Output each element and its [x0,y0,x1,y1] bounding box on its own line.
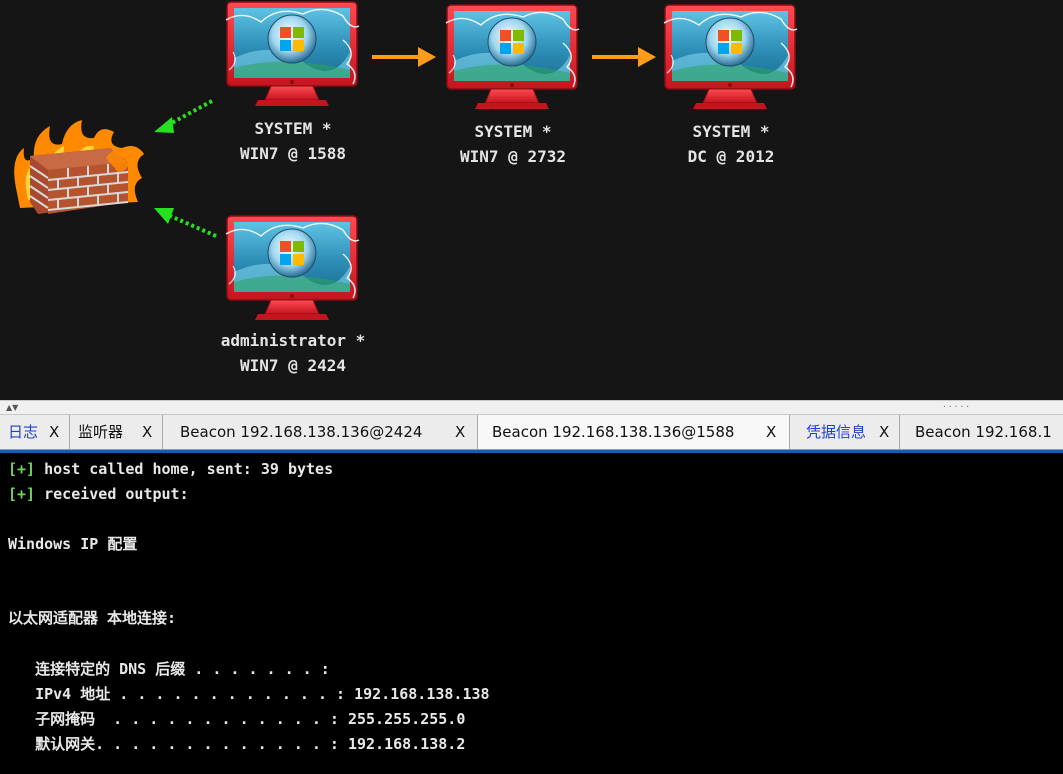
console-line: 子网掩码 . . . . . . . . . . . . : 255.255.2… [8,710,466,728]
beacon-node-dc-2012[interactable]: SYSTEM * DC @ 2012 [636,3,826,169]
node-host: WIN7 @ 2732 [460,147,566,166]
collapse-arrows-icon[interactable]: ▲▼ [6,403,18,412]
node-host: WIN7 @ 1588 [240,144,346,163]
console-line: Windows IP 配置 [8,535,138,553]
node-host: DC @ 2012 [687,147,775,166]
tab-close-button[interactable]: X [766,415,776,449]
tab-beacon-partial[interactable]: Beacon 192.168.1 [900,415,1063,449]
console-line: 连接特定的 DNS 后缀 . . . . . . . : [8,660,330,678]
tab-label: Beacon 192.168.138.136@2424 [180,423,423,441]
node-host: WIN7 @ 2424 [240,356,346,375]
node-user: SYSTEM * [254,119,332,138]
tab-label: Beacon 192.168.138.136@1588 [492,423,735,441]
tab-log[interactable]: 日志 X [0,415,70,449]
node-user: SYSTEM * [692,122,770,141]
node-user: administrator * [220,331,366,350]
tab-label: 监听器 [78,423,124,441]
pivot-graph[interactable]: SYSTEM * WIN7 @ 1588 SYSTEM * WIN7 @ 273… [0,0,1063,400]
tab-label: 凭据信息 [806,423,867,441]
tab-listeners[interactable]: 监听器 X [70,415,163,449]
firewall-icon [10,118,150,222]
tab-close-button[interactable]: X [455,415,465,449]
tab-close-button[interactable]: X [49,415,59,449]
node-user: SYSTEM * [474,122,552,141]
monitor-icon [225,1,360,107]
beacon-node-win7-2732[interactable]: SYSTEM * WIN7 @ 2732 [418,3,608,169]
beacon-console-output[interactable]: [+] host called home, sent: 39 bytes [+]… [0,450,1063,774]
console-line: 默认网关. . . . . . . . . . . . . : 192.168.… [8,735,466,753]
console-line: [+] host called home, sent: 39 bytes [8,460,334,478]
monitor-icon [225,215,360,321]
console-line: [+] received output: [8,485,189,503]
monitor-icon [445,4,580,110]
monitor-icon [663,4,798,110]
tab-label: 日志 [8,423,39,441]
console-line: IPv4 地址 . . . . . . . . . . . . : 192.16… [8,685,490,703]
beacon-node-win7-1588[interactable]: SYSTEM * WIN7 @ 1588 [198,0,388,166]
tab-bar: 日志 X 监听器 X Beacon 192.168.138.136@2424 X Be… [0,415,1063,450]
tab-label: Beacon 192.168.1 [915,423,1052,441]
console-line: 以太网适配器 本地连接: [8,609,177,627]
tab-close-button[interactable]: X [879,415,889,449]
tab-credentials[interactable]: 凭据信息 X [790,415,900,449]
tab-beacon-1588[interactable]: Beacon 192.168.138.136@1588 X [478,415,790,449]
tab-close-button[interactable]: X [142,415,152,449]
drag-grip-icon[interactable]: ····· [942,402,971,411]
split-divider[interactable]: ▲▼ ····· [0,400,1063,415]
tab-beacon-2424[interactable]: Beacon 192.168.138.136@2424 X [163,415,478,449]
beacon-node-win7-2424[interactable]: administrator * WIN7 @ 2424 [198,214,388,378]
